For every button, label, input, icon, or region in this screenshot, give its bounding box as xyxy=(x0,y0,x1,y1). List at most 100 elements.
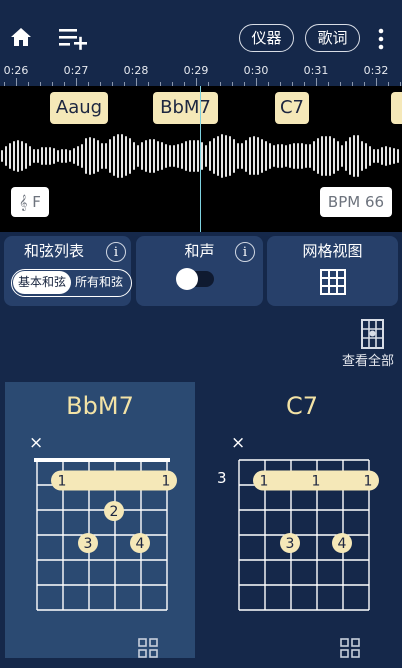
waveform-bar xyxy=(197,140,199,172)
view-all-link[interactable]: 查看全部 xyxy=(342,350,394,369)
waveform-bar xyxy=(157,140,159,172)
waveform-bar xyxy=(213,138,215,174)
timeline-tick xyxy=(256,78,257,86)
harmony-toggle[interactable] xyxy=(176,268,214,290)
waveform-bar xyxy=(209,141,211,171)
basic-chords-option[interactable]: 基本和弦 xyxy=(13,271,71,294)
waveform-bar xyxy=(281,143,283,169)
waveform-bar xyxy=(205,144,207,168)
waveform-bar xyxy=(289,144,291,168)
waveform-bar xyxy=(397,148,399,163)
top-bar: 仪器 歌词 xyxy=(0,0,402,62)
waveform-bar xyxy=(321,136,323,176)
waveform-bar xyxy=(261,138,263,174)
grid-icon[interactable] xyxy=(138,638,158,658)
waveform-bar xyxy=(29,145,31,167)
grid-view-title: 网格视图 xyxy=(302,242,363,260)
waveform-bar xyxy=(101,143,103,169)
waveform-bar xyxy=(349,137,351,175)
waveform-bar xyxy=(169,144,171,168)
grid-view-panel[interactable]: 网格视图 xyxy=(267,236,398,306)
waveform-bar xyxy=(113,136,115,176)
waveform-bar xyxy=(165,143,167,169)
waveform-bar xyxy=(117,134,119,178)
waveform-bar xyxy=(273,144,275,168)
waveform-bar xyxy=(393,147,395,165)
key-button[interactable]: 𝄞 F xyxy=(11,187,49,217)
harmony-panel: 和声 i xyxy=(136,236,263,306)
waveform-bar xyxy=(249,137,251,175)
chord-list-info-icon[interactable]: i xyxy=(106,242,126,262)
waveform-bar xyxy=(89,137,91,175)
chord-tag[interactable]: Aaug xyxy=(50,92,108,124)
waveform-bar xyxy=(225,134,227,178)
waveform-bar xyxy=(229,136,231,176)
waveform-bar xyxy=(5,146,7,166)
waveform-bar xyxy=(301,142,303,170)
barre-finger-label: 1 xyxy=(162,474,171,490)
chord-fretboard: 1 1 1 3 4 xyxy=(238,459,379,611)
finger-label: 4 xyxy=(136,536,145,552)
chord-tag-partial[interactable] xyxy=(391,92,402,124)
waveform-bar xyxy=(337,141,339,171)
chord-diagram-icon[interactable] xyxy=(360,318,385,350)
all-chords-option[interactable]: 所有和弦 xyxy=(70,271,128,294)
waveform-bar xyxy=(217,135,219,177)
waveform-bar xyxy=(77,146,79,166)
waveform-bar xyxy=(173,144,175,168)
chord-tag-current[interactable]: BbM7 xyxy=(153,92,218,124)
nut xyxy=(34,458,170,462)
timeline-tick xyxy=(16,78,17,86)
waveform-bar xyxy=(241,142,243,170)
waveform-bar xyxy=(109,139,111,173)
bpm-button[interactable]: BPM 66 xyxy=(320,187,392,217)
home-icon[interactable] xyxy=(9,25,33,49)
timeline-time-label: 0:27 xyxy=(63,64,89,77)
timeline-time-label: 0:28 xyxy=(123,64,149,77)
timeline-ruler[interactable]: 0:26 0:27 0:28 0:29 0:30 0:31 0:32 xyxy=(0,62,402,86)
waveform-bar xyxy=(85,137,87,175)
playhead[interactable] xyxy=(200,86,201,232)
waveform-bar xyxy=(253,136,255,176)
chord-card[interactable]: C7 × 3 11134 xyxy=(207,382,397,658)
timeline-tick xyxy=(136,78,137,86)
waveform-bar xyxy=(221,134,223,178)
more-vertical-icon[interactable] xyxy=(375,27,387,51)
playlist-add-icon[interactable] xyxy=(58,26,90,50)
waveform-bar xyxy=(193,139,195,173)
waveform-bar xyxy=(57,149,59,163)
instrument-button[interactable]: 仪器 xyxy=(239,24,294,52)
waveform-bar xyxy=(313,140,315,172)
waveform-bar xyxy=(361,140,363,172)
waveform-bar xyxy=(21,140,23,171)
waveform-bar xyxy=(45,146,47,166)
lyrics-button[interactable]: 歌词 xyxy=(305,24,360,52)
grid-icon[interactable] xyxy=(340,638,360,658)
waveform-area[interactable]: Aaug BbM7 C7 𝄞 F BPM 66 xyxy=(0,86,402,232)
waveform-bar xyxy=(385,146,387,166)
chord-list-title: 和弦列表 xyxy=(23,242,84,260)
timeline-time-label: 0:26 xyxy=(3,64,29,77)
timeline-time-label: 0:31 xyxy=(303,64,329,77)
chord-card-selected[interactable]: BbM7 × 11234 xyxy=(5,382,195,658)
waveform-bar xyxy=(285,144,287,168)
chord-tag[interactable]: C7 xyxy=(275,92,309,124)
waveform-bar xyxy=(13,140,15,172)
waveform-bar xyxy=(61,149,63,163)
harmony-info-icon[interactable]: i xyxy=(235,242,255,262)
waveform-bar xyxy=(201,142,203,170)
waveform-bar xyxy=(277,143,279,169)
waveform-bar xyxy=(145,139,147,173)
timeline-tick xyxy=(76,78,77,86)
waveform-bar xyxy=(237,143,239,169)
waveform-bar xyxy=(121,134,123,178)
waveform-bar xyxy=(97,140,99,172)
waveform-bar xyxy=(177,144,179,168)
finger-label: 4 xyxy=(338,536,347,552)
waveform-bar xyxy=(25,143,27,169)
finger-label: 2 xyxy=(110,504,119,520)
waveform-bar xyxy=(185,141,187,171)
waveform-bar xyxy=(17,140,19,172)
waveform-bar xyxy=(9,142,11,170)
waveform-bar xyxy=(93,137,95,175)
